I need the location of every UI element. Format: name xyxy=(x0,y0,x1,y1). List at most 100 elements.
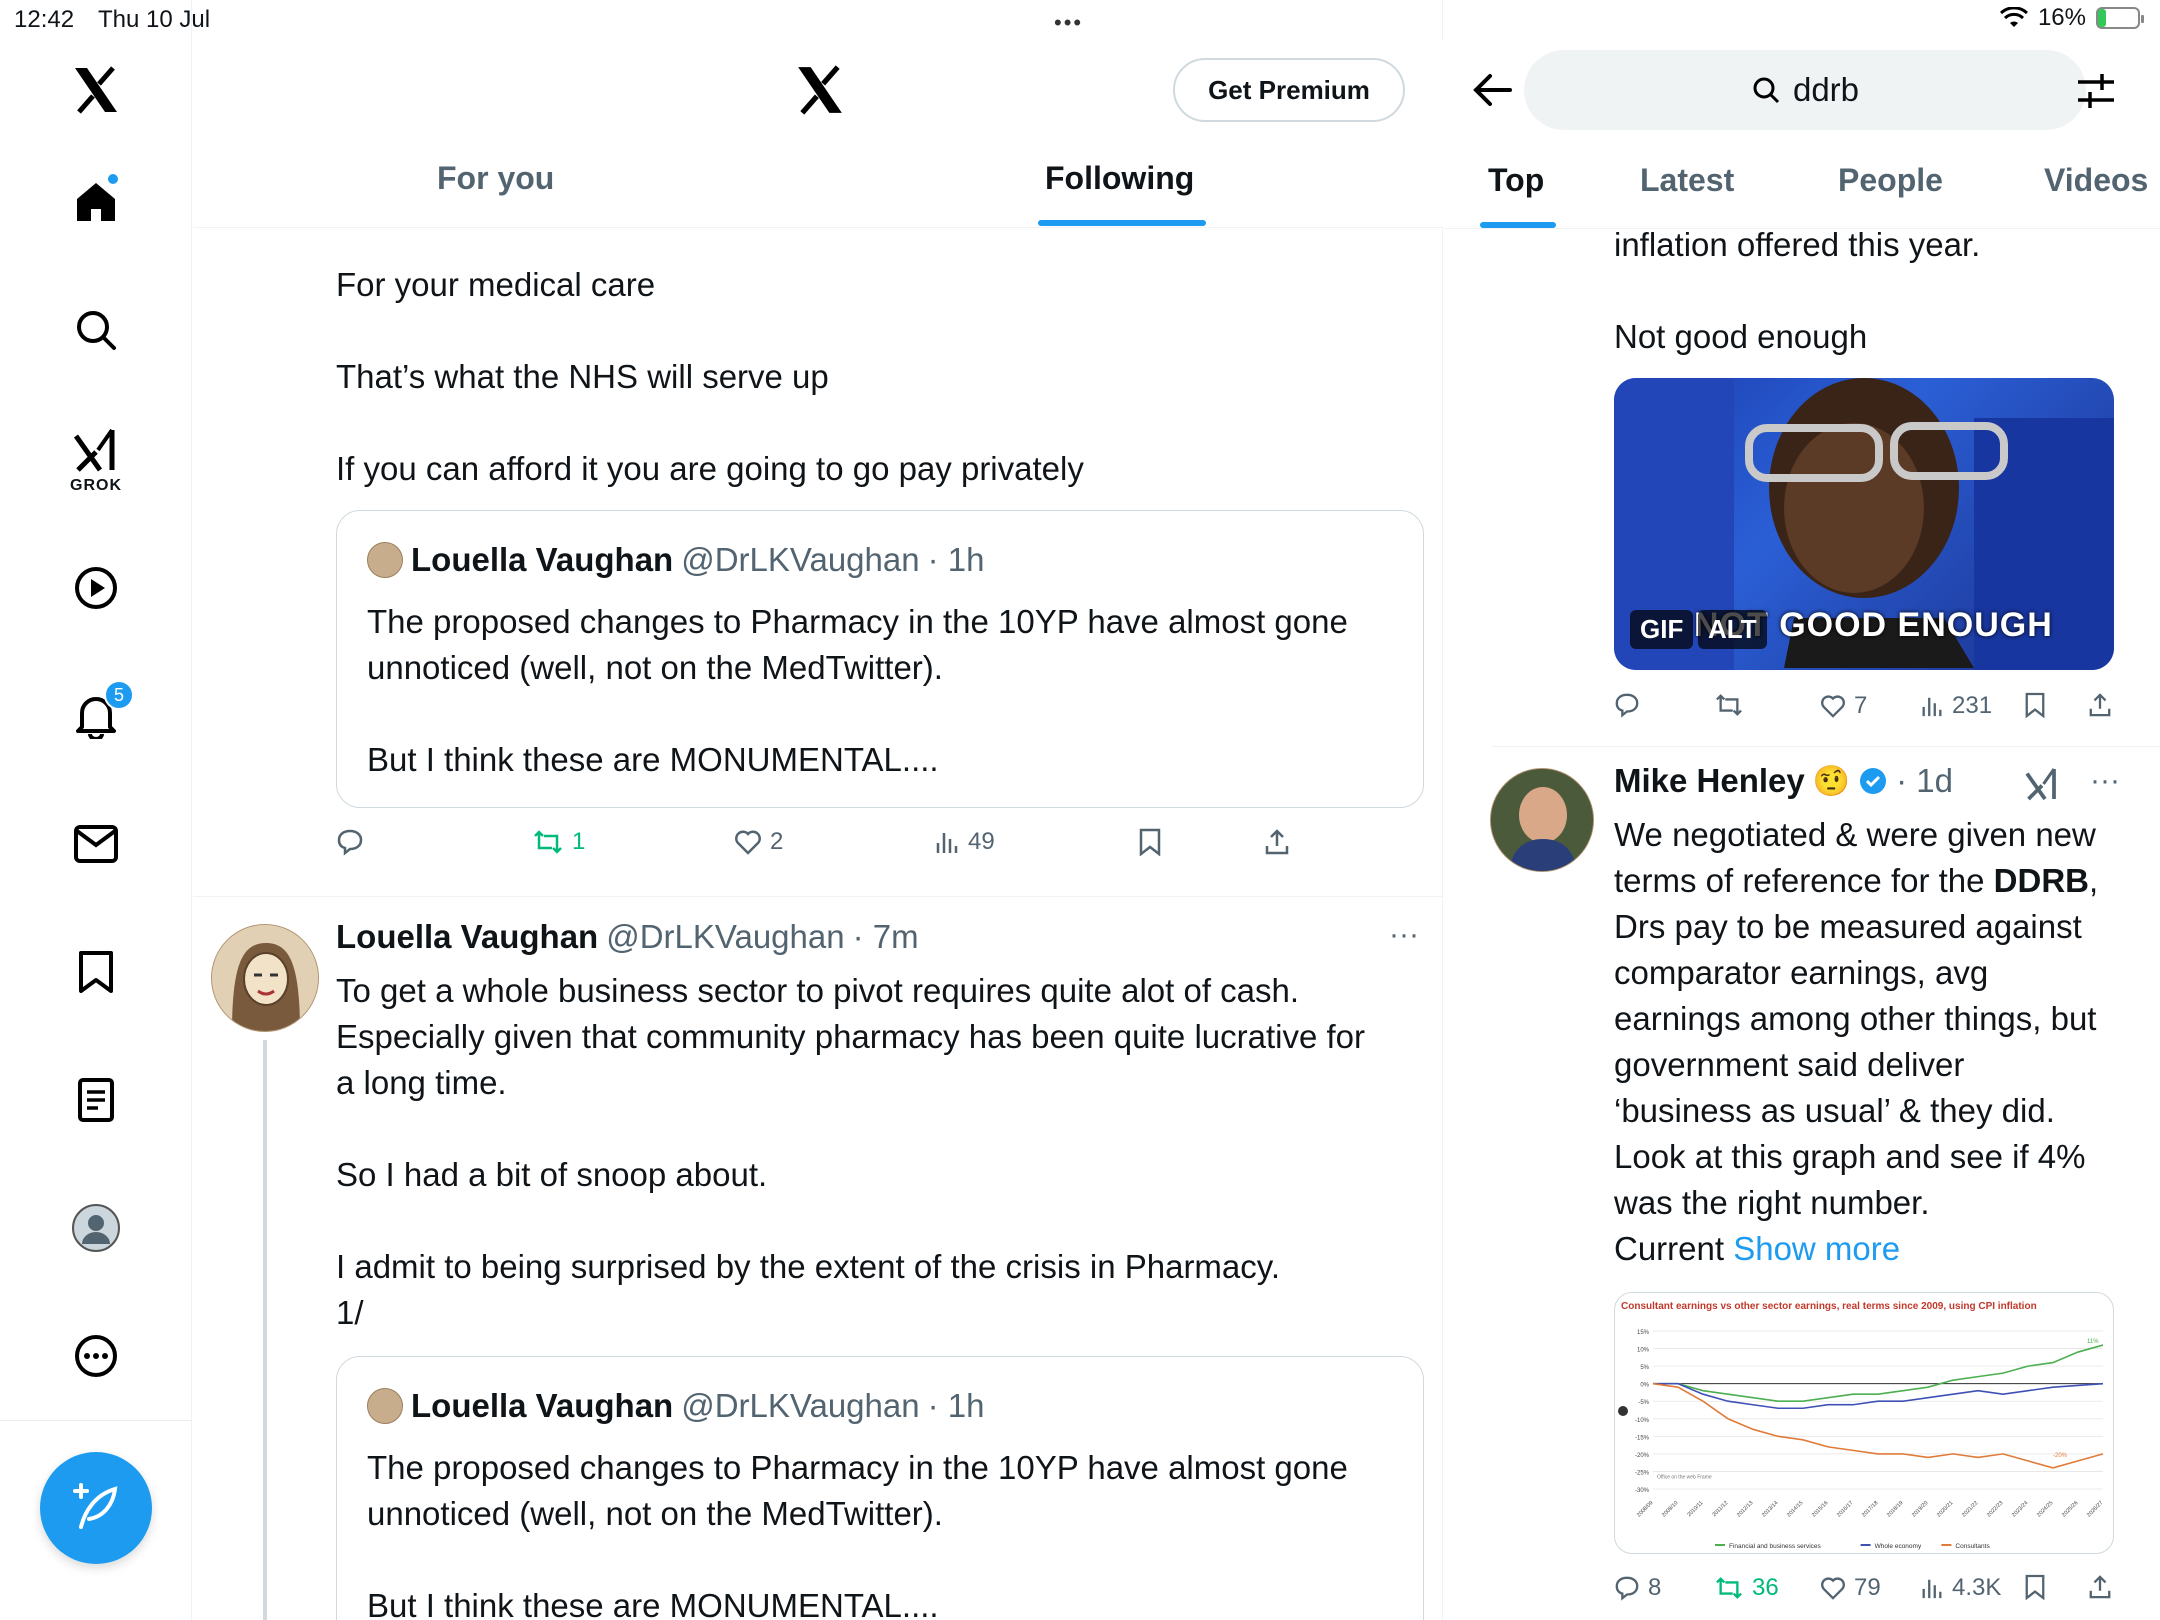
repost-button[interactable] xyxy=(1714,692,1744,718)
gif-media[interactable]: NOT GOOD ENOUGH GIF ALT xyxy=(1614,378,2114,670)
post-more-icon[interactable]: ··· xyxy=(1389,918,1419,952)
alt-badge[interactable]: ALT xyxy=(1698,610,1767,649)
views-icon xyxy=(1922,1579,1942,1599)
reply-button[interactable] xyxy=(1614,692,1640,718)
post-text-line: ‘business as usual’ & they did. xyxy=(1614,1092,2055,1129)
bold-keyword: DDRB xyxy=(1993,862,2089,899)
repost-count: 36 xyxy=(1752,1574,1779,1601)
notifications-icon[interactable]: 5 xyxy=(66,680,134,746)
lists-icon[interactable] xyxy=(66,1070,126,1130)
post-more-icon[interactable]: ··· xyxy=(2090,764,2120,798)
legend-label: Financial and business services xyxy=(1729,1543,1822,1550)
bookmark-button[interactable] xyxy=(2024,692,2046,718)
share-button[interactable] xyxy=(2088,1574,2112,1600)
main-timeline: Get Premium For you Following For your m… xyxy=(193,0,1443,1620)
author-handle[interactable]: @DrLKVaughan xyxy=(606,918,844,956)
bookmark-button[interactable] xyxy=(2024,1574,2046,1600)
repost-button[interactable]: 36 xyxy=(1714,1574,1779,1602)
quoted-post[interactable]: Louella Vaughan @DrLKVaughan · 1h The pr… xyxy=(336,510,1424,808)
search-input[interactable]: ddrb xyxy=(1524,50,2086,130)
tab-people[interactable]: People xyxy=(1838,162,1943,199)
search-panel: ddrb Top Latest People Videos inflation … xyxy=(1444,0,2160,1620)
bookmarks-icon[interactable] xyxy=(66,942,126,1002)
tab-latest[interactable]: Latest xyxy=(1640,162,1734,199)
x-tick-label: 2023/24 xyxy=(2011,1500,2029,1518)
avatar[interactable] xyxy=(1490,768,1594,872)
post-divider xyxy=(193,896,1443,897)
reply-button[interactable] xyxy=(336,828,364,856)
share-button[interactable] xyxy=(2088,692,2112,718)
repost-button[interactable]: 1 xyxy=(532,828,585,856)
views-button[interactable]: 4.3K xyxy=(1920,1574,2001,1602)
tab-following[interactable]: Following xyxy=(1045,160,1194,197)
post-header: Mike Henley 🤨 · 1d xyxy=(1614,762,1953,800)
home-icon[interactable] xyxy=(66,172,126,232)
y-tick-label: -15% xyxy=(1635,1435,1650,1441)
post-text-line: I admit to being surprised by the extent… xyxy=(336,1248,1280,1285)
post-text-line: So I had a bit of snoop about. xyxy=(336,1156,768,1193)
like-button[interactable]: 7 xyxy=(1820,692,1867,720)
views-button[interactable]: 49 xyxy=(934,828,995,856)
get-premium-button[interactable]: Get Premium xyxy=(1173,58,1405,122)
post-text-line: For your medical care xyxy=(336,266,656,303)
views-button[interactable]: 231 xyxy=(1920,692,1992,720)
x-logo-icon[interactable] xyxy=(66,60,126,120)
quoted-author-handle: @DrLKVaughan xyxy=(681,1387,920,1424)
x-header-logo-icon[interactable] xyxy=(793,64,847,116)
quoted-post[interactable]: Louella Vaughan @DrLKVaughan · 1h The pr… xyxy=(336,1356,1424,1620)
tab-videos[interactable]: Videos xyxy=(2044,162,2148,199)
repost-icon xyxy=(1716,1577,1742,1599)
post-text-line: terms of reference for the DDRB, xyxy=(1614,858,2098,904)
legend-label: Whole economy xyxy=(1875,1543,1922,1550)
post-time[interactable]: · 1d xyxy=(1896,762,1953,800)
share-icon xyxy=(2089,1575,2111,1599)
messages-icon[interactable] xyxy=(66,814,126,874)
post-header: Louella Vaughan @DrLKVaughan · 7m xyxy=(336,918,919,956)
text-span: , xyxy=(2089,862,2099,899)
author-name[interactable]: Mike Henley xyxy=(1614,762,1805,800)
video-icon[interactable] xyxy=(66,558,126,618)
bookmark-icon xyxy=(2025,692,2045,718)
author-name[interactable]: Louella Vaughan xyxy=(336,918,598,956)
chart-image[interactable]: Consultant earnings vs other sector earn… xyxy=(1614,1292,2114,1554)
avatar[interactable] xyxy=(211,924,319,1032)
reply-button[interactable]: 8 xyxy=(1614,1574,1661,1602)
like-button[interactable]: 79 xyxy=(1820,1574,1881,1602)
x-tick-label: 2024/25 xyxy=(2036,1500,2054,1518)
post-text-line: a long time. xyxy=(336,1064,507,1101)
y-tick-label: -20% xyxy=(1635,1453,1650,1459)
text-span: Current xyxy=(1614,1230,1734,1267)
quoted-post-header: Louella Vaughan @DrLKVaughan · 1h xyxy=(367,1387,984,1425)
grok-label: GROK xyxy=(70,477,122,494)
post-text-line: Especially given that community pharmacy… xyxy=(336,1018,1366,1055)
post-actions: 8 36 79 4.3K xyxy=(1614,1574,2124,1610)
views-count: 231 xyxy=(1952,692,1993,719)
bookmark-button[interactable] xyxy=(1138,828,1162,856)
views-count: 49 xyxy=(968,828,995,855)
tab-for-you[interactable]: For you xyxy=(437,160,554,197)
tab-top[interactable]: Top xyxy=(1488,162,1544,199)
search-icon[interactable] xyxy=(66,300,126,360)
y-tick-label: 5% xyxy=(1640,1365,1649,1371)
like-button[interactable]: 2 xyxy=(734,828,783,856)
post-time[interactable]: · 7m xyxy=(853,918,919,956)
x-tick-label: 2014/15 xyxy=(1786,1500,1804,1518)
compose-post-button[interactable] xyxy=(40,1452,152,1564)
heart-icon xyxy=(1821,695,1845,718)
post-text-line: comparator earnings, avg xyxy=(1614,954,1989,991)
show-more-link[interactable]: Show more xyxy=(1733,1230,1900,1267)
more-options-icon[interactable] xyxy=(66,1326,126,1386)
x-tick-label: 2019/20 xyxy=(1911,1500,1929,1518)
x-tick-label: 2026/27 xyxy=(2086,1500,2104,1518)
bookmark-icon xyxy=(2025,1574,2045,1600)
reply-icon xyxy=(1615,1576,1639,1601)
back-arrow-icon[interactable] xyxy=(1472,72,1512,108)
x-tick-label: 2013/14 xyxy=(1761,1500,1779,1518)
grok-icon[interactable] xyxy=(66,420,126,480)
search-filter-icon[interactable] xyxy=(2076,72,2116,110)
grok-icon[interactable] xyxy=(2024,766,2060,802)
profile-avatar-icon[interactable] xyxy=(66,1198,126,1258)
share-button[interactable] xyxy=(1264,828,1290,856)
quoted-text-line: The proposed changes to Pharmacy in the … xyxy=(367,603,1348,640)
avatar xyxy=(367,1388,403,1424)
